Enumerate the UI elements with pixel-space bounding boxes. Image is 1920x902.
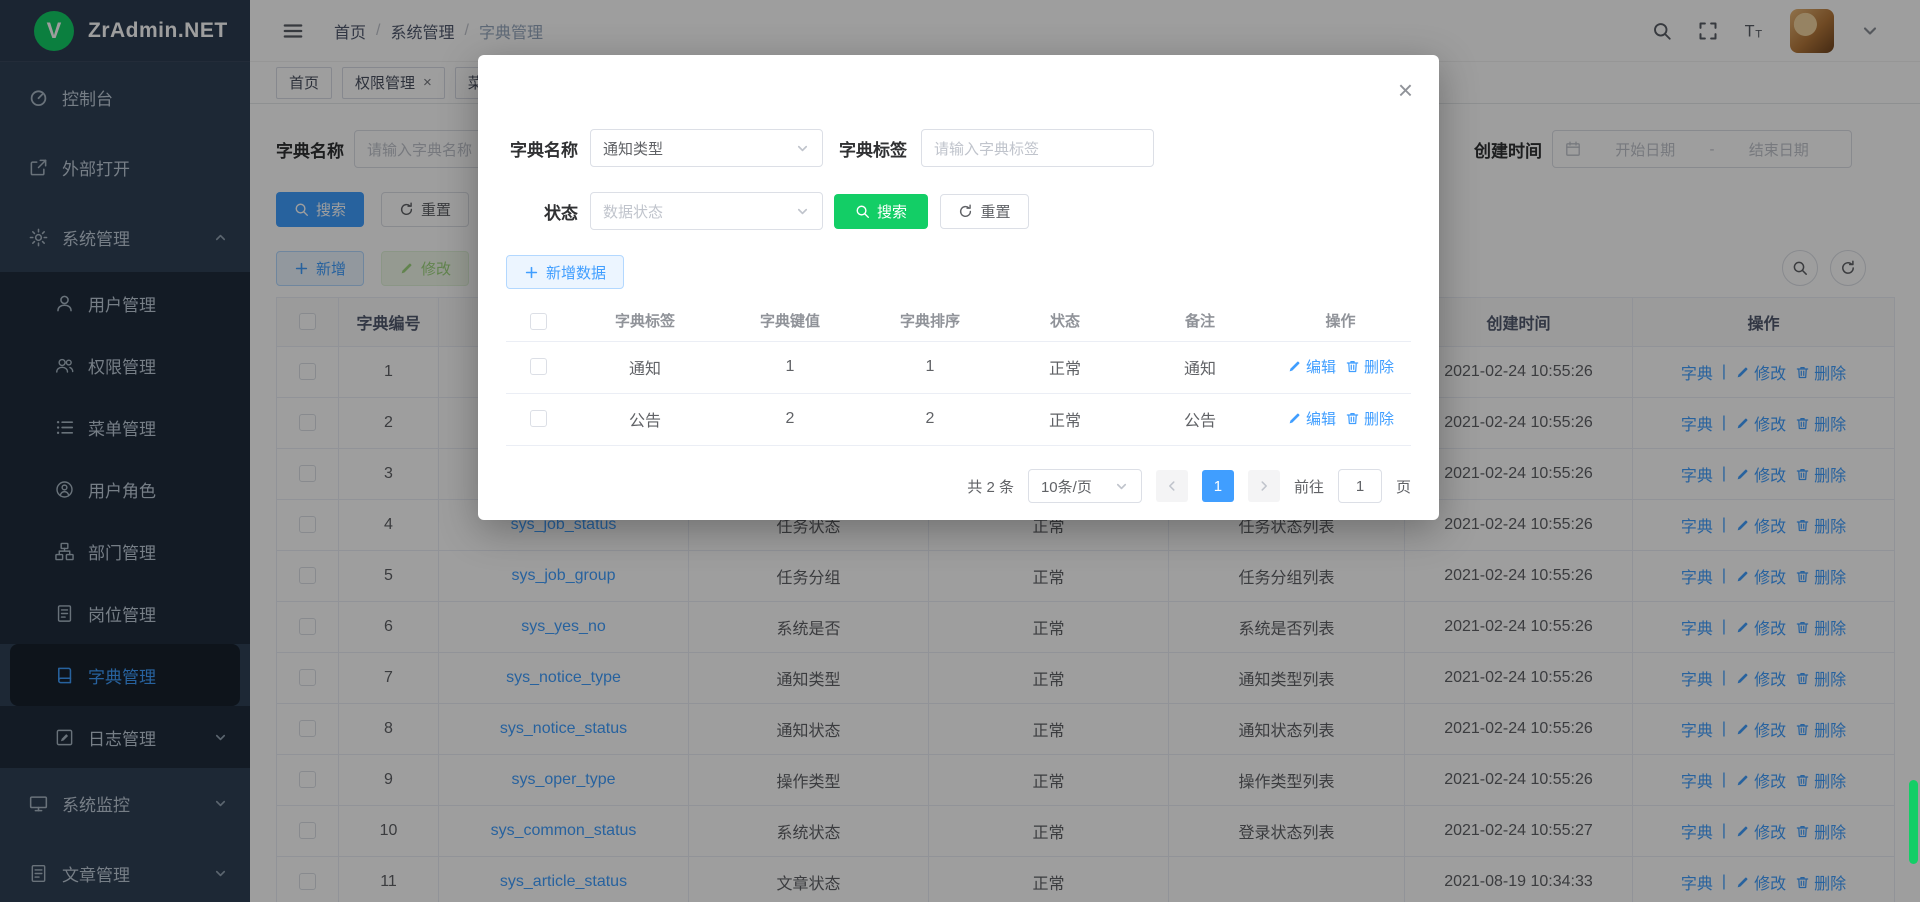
data-sort: 1: [860, 341, 1000, 393]
data-sort: 2: [860, 393, 1000, 445]
dict-data-table: 字典标签字典键值字典排序状态备注操作 通知 1 1 正常 通知 编辑 删除 公告…: [506, 301, 1411, 446]
page-size-select[interactable]: 10条/页: [1028, 469, 1142, 503]
modal-form-row-2: 状态 数据状态 搜索 重置: [506, 192, 1029, 230]
modal-dict-label-label: 字典标签: [835, 136, 907, 161]
trash-icon: [1345, 359, 1360, 374]
refresh-icon: [958, 204, 973, 219]
data-remark: 通知: [1130, 341, 1270, 393]
delete-link[interactable]: 删除: [1345, 408, 1394, 429]
modal-reset-label: 重置: [980, 201, 1010, 222]
dict-name-select[interactable]: 通知类型: [590, 129, 823, 167]
modal-col-4: 备注: [1130, 301, 1270, 341]
modal-dict-name-label: 字典名称: [506, 136, 578, 161]
modal-form-row-1: 字典名称 通知类型 字典标签 请输入字典标签: [506, 129, 1154, 167]
page-size-value: 10条/页: [1041, 476, 1092, 497]
modal-search-button[interactable]: 搜索: [834, 194, 928, 229]
dict-label-input[interactable]: 请输入字典标签: [921, 129, 1154, 167]
next-page-button[interactable]: [1248, 470, 1280, 502]
modal-col-3: 状态: [1000, 301, 1130, 341]
prev-page-button[interactable]: [1156, 470, 1188, 502]
data-label: 通知: [570, 341, 720, 393]
data-status: 正常: [1000, 393, 1130, 445]
edit-link[interactable]: 编辑: [1287, 408, 1336, 429]
pencil-icon: [1287, 359, 1302, 374]
dict-name-select-value: 通知类型: [603, 138, 663, 159]
pagination-total: 共 2 条: [967, 476, 1014, 497]
dict-label-placeholder: 请输入字典标签: [934, 138, 1039, 159]
dict-data-row: 通知 1 1 正常 通知 编辑 删除: [506, 341, 1411, 393]
delete-link[interactable]: 删除: [1345, 356, 1394, 377]
modal-status-label: 状态: [506, 199, 578, 224]
data-status: 正常: [1000, 341, 1130, 393]
data-value: 1: [720, 341, 860, 393]
chevron-right-icon: [1257, 479, 1271, 493]
current-page-button[interactable]: 1: [1202, 470, 1234, 502]
modal-col-2: 字典排序: [860, 301, 1000, 341]
pencil-icon: [1287, 411, 1302, 426]
app-root: V ZrAdmin.NET 控制台 外部打开 系统管理 用户管理 权限管理 菜单…: [0, 0, 1920, 902]
dict-data-row: 公告 2 2 正常 公告 编辑 删除: [506, 393, 1411, 445]
status-placeholder: 数据状态: [603, 201, 663, 222]
chevron-down-icon: [795, 204, 810, 219]
search-icon: [855, 204, 870, 219]
chevron-left-icon: [1165, 479, 1179, 493]
chevron-down-icon: [795, 141, 810, 156]
data-label: 公告: [570, 393, 720, 445]
chevron-down-icon: [1114, 479, 1129, 494]
row-checkbox[interactable]: [530, 410, 547, 427]
pagination: 共 2 条 10条/页 1 前往 1 页: [506, 467, 1411, 505]
dict-data-modal: × 字典名称 通知类型 字典标签 请输入字典标签 状态 数据状态 搜索: [478, 55, 1439, 520]
modal-col-1: 字典键值: [720, 301, 860, 341]
add-data-label: 新增数据: [546, 262, 606, 283]
dict-data-table-body: 通知 1 1 正常 通知 编辑 删除 公告 2 2 正常 公告 编辑 删除: [506, 341, 1411, 445]
edit-link[interactable]: 编辑: [1287, 356, 1336, 377]
status-select[interactable]: 数据状态: [590, 192, 823, 230]
modal-search-label: 搜索: [877, 201, 907, 222]
dict-data-header-row: 字典标签字典键值字典排序状态备注操作: [506, 301, 1411, 341]
goto-page-input[interactable]: 1: [1338, 469, 1382, 503]
select-all-checkbox[interactable]: [530, 313, 547, 330]
modal-col-5: 操作: [1270, 301, 1411, 341]
dict-data-table-head: 字典标签字典键值字典排序状态备注操作: [506, 301, 1411, 341]
data-value: 2: [720, 393, 860, 445]
goto-label: 前往: [1294, 476, 1324, 497]
modal-reset-button[interactable]: 重置: [940, 194, 1029, 229]
page-suffix: 页: [1396, 476, 1411, 497]
data-remark: 公告: [1130, 393, 1270, 445]
trash-icon: [1345, 411, 1360, 426]
row-checkbox[interactable]: [530, 358, 547, 375]
close-icon[interactable]: ×: [1398, 77, 1413, 103]
plus-icon: [524, 265, 539, 280]
scrollbar-thumb[interactable]: [1909, 780, 1918, 864]
modal-col-0: 字典标签: [570, 301, 720, 341]
add-data-button[interactable]: 新增数据: [506, 255, 624, 289]
